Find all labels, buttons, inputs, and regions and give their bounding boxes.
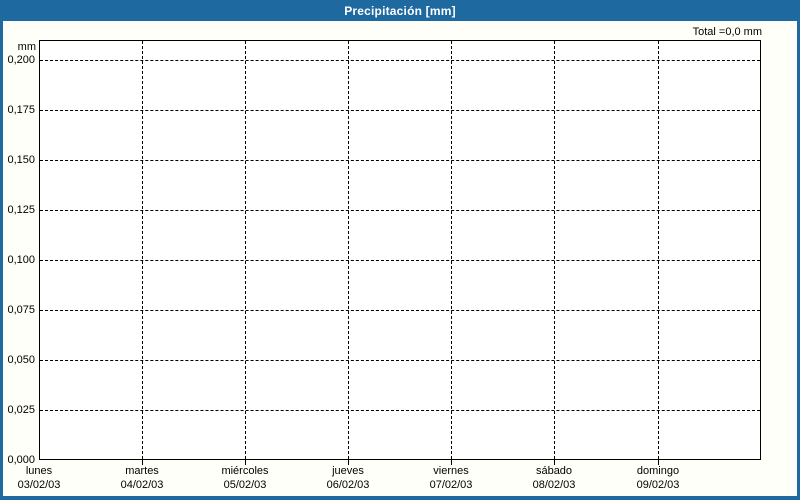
day-date: 05/02/03	[223, 479, 267, 491]
y-tick-label: 0,200	[7, 54, 35, 66]
window-frame-bottom	[0, 496, 800, 500]
day-name: martes	[125, 465, 159, 477]
x-category-label: domingo 09/02/03	[606, 464, 710, 492]
day-date: 08/02/03	[532, 479, 576, 491]
day-name: lunes	[25, 465, 53, 477]
day-date: 04/02/03	[120, 479, 164, 491]
vgridline-sabado	[554, 41, 555, 459]
x-category-label: lunes 03/02/03	[0, 464, 91, 492]
plot-area	[39, 40, 761, 460]
hgridline-0075	[40, 310, 760, 311]
y-tick-label: 0,100	[7, 254, 35, 266]
hgridline-0125	[40, 210, 760, 211]
y-axis-unit-label: mm	[17, 41, 36, 53]
day-name: viernes	[433, 465, 469, 477]
hgridline-0050	[40, 360, 760, 361]
y-tick-label: 0,075	[7, 304, 35, 316]
hgridline-0175	[40, 110, 760, 111]
y-tick-label: 0,050	[7, 354, 35, 366]
x-category-label: miércoles 05/02/03	[193, 464, 297, 492]
x-category-label: martes 04/02/03	[90, 464, 194, 492]
vgridline-domingo	[658, 41, 659, 459]
hgridline-0150	[40, 160, 760, 161]
vgridline-martes	[142, 41, 143, 459]
vgridline-miercoles	[245, 41, 246, 459]
total-annotation: Total =0,0 mm	[692, 26, 762, 38]
vgridline-jueves	[348, 41, 349, 459]
x-category-label: sábado 08/02/03	[502, 464, 606, 492]
vgridline-viernes	[451, 41, 452, 459]
day-date: 07/02/03	[429, 479, 473, 491]
day-name: jueves	[332, 465, 364, 477]
hgridline-0100	[40, 260, 760, 261]
chart-title-bar: Precipitación [mm]	[0, 0, 800, 21]
y-tick-label: 0,125	[7, 204, 35, 216]
y-tick-label: 0,175	[7, 104, 35, 116]
day-date: 06/02/03	[326, 479, 370, 491]
y-tick-label: 0,025	[7, 404, 35, 416]
precipitation-chart-window: Precipitación [mm] Total =0,0 mm mm 0,20…	[0, 0, 800, 500]
x-category-label: jueves 06/02/03	[296, 464, 400, 492]
day-name: sábado	[535, 465, 573, 477]
x-category-label: viernes 07/02/03	[399, 464, 503, 492]
y-tick-label: 0,150	[7, 154, 35, 166]
hgridline-0025	[40, 410, 760, 411]
day-name: miércoles	[221, 465, 269, 477]
hgridline-0200	[40, 60, 760, 61]
day-name: domingo	[636, 465, 680, 477]
chart-title: Precipitación [mm]	[344, 3, 456, 18]
day-date: 09/02/03	[636, 479, 680, 491]
day-date: 03/02/03	[17, 479, 61, 491]
